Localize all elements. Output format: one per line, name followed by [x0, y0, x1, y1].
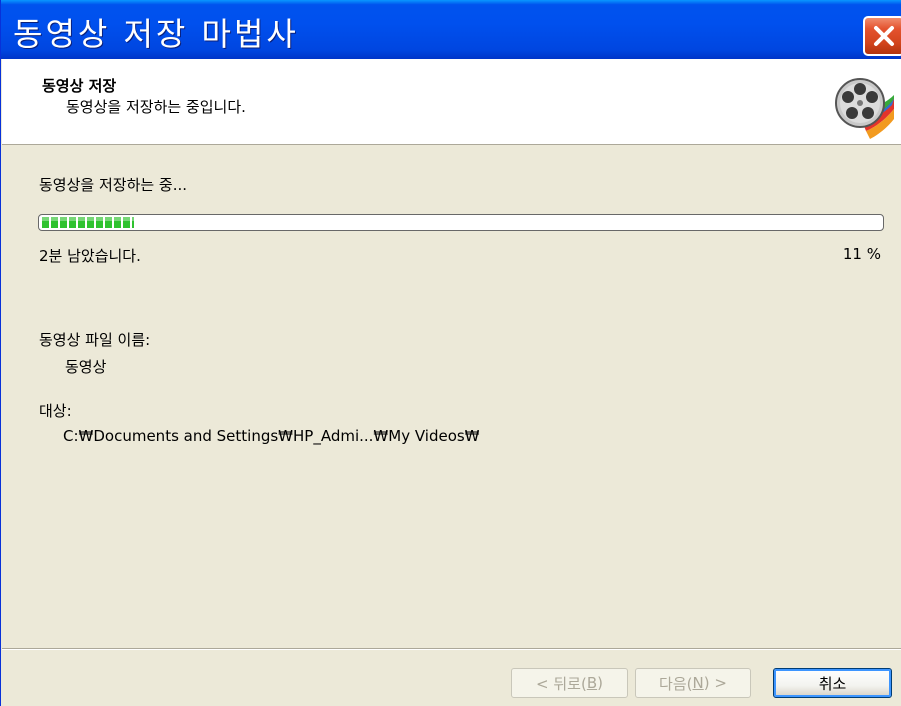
title-bar[interactable]: 동영상 저장 마법사 [1, 0, 901, 59]
header-subtitle: 동영상을 저장하는 중입니다. [66, 98, 246, 116]
file-name-label: 동영상 파일 이름: [39, 331, 151, 349]
file-name-value: 동영상 [65, 358, 107, 376]
close-icon [874, 26, 894, 46]
back-button-label: < 뒤로( [536, 674, 587, 693]
next-button-label-end: ) > [703, 674, 727, 692]
film-reel-icon [835, 78, 894, 139]
next-button[interactable]: 다음(N) > [635, 668, 751, 698]
window-title: 동영상 저장 마법사 [13, 15, 299, 53]
wizard-header: 동영상 저장 동영상을 저장하는 중입니다. [2, 59, 901, 145]
close-button[interactable] [863, 16, 901, 56]
destination-label: 대상: [39, 402, 72, 420]
header-title: 동영상 저장 [42, 77, 117, 95]
next-button-accesskey: N [692, 674, 704, 692]
back-button-label-end: ) [597, 674, 603, 692]
progress-percent: 11 % [842, 245, 881, 263]
saving-status-text: 동영상을 저장하는 중... [39, 176, 188, 194]
back-button[interactable]: < 뒤로(B) [511, 668, 628, 698]
footer-divider [2, 648, 901, 650]
back-button-accesskey: B [586, 674, 598, 692]
next-button-label: 다음( [659, 674, 693, 693]
time-remaining: 2분 남았습니다. [39, 247, 141, 265]
destination-path: C:₩Documents and Settings₩HP_Admi...₩My … [63, 427, 480, 445]
wizard-window: 동영상 저장 마법사 동영상 저장 동영상을 저장하는 중입니다. 동영상을 저… [0, 0, 901, 706]
cancel-button[interactable]: 취소 [773, 668, 892, 698]
progress-bar [38, 214, 884, 231]
progress-bar-fill [42, 217, 134, 228]
